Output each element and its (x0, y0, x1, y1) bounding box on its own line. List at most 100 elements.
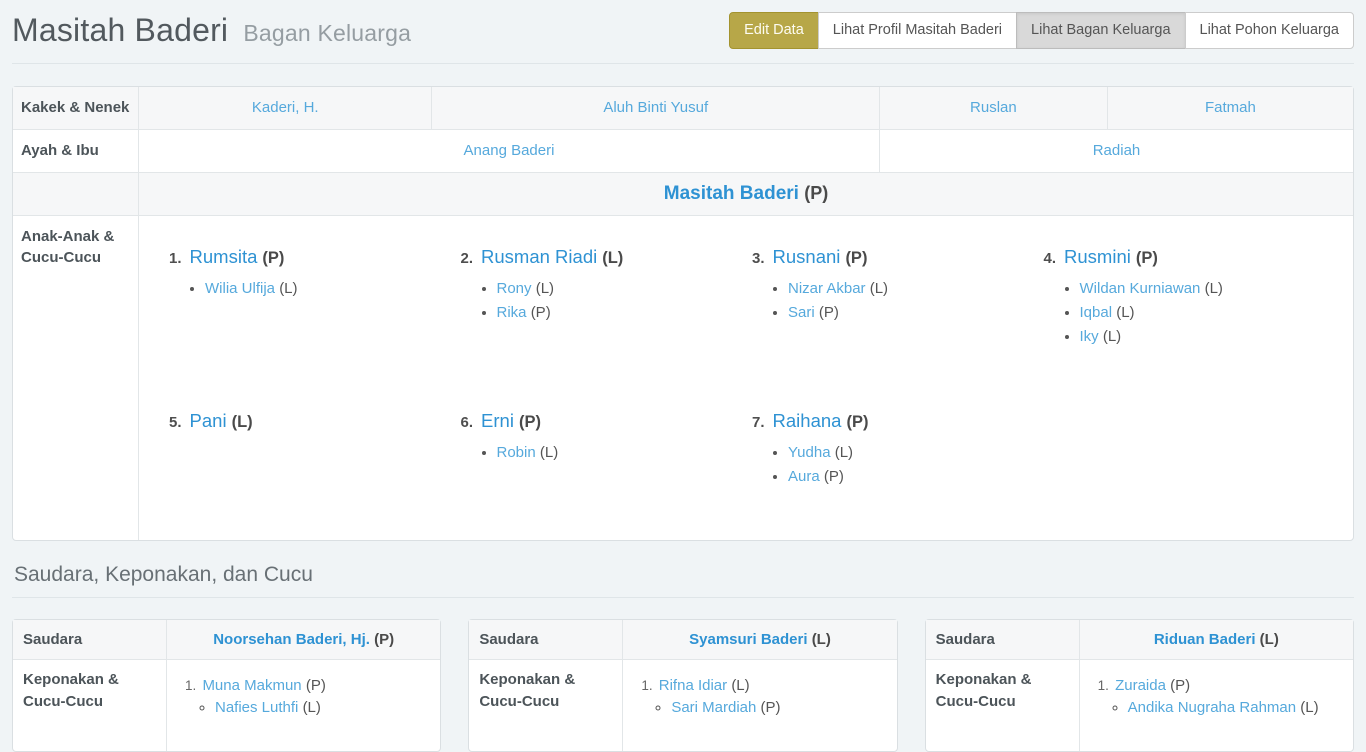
edit-data-button[interactable]: Edit Data (729, 12, 819, 49)
sibling-link[interactable]: Syamsuri Baderi (689, 631, 807, 648)
child-number: 3. (752, 250, 765, 267)
sibling-link[interactable]: Noorsehan Baderi, Hj. (213, 631, 370, 648)
nephews-cell: 1. Rifna Idiar (L) Sari Mardiah (P) (622, 659, 896, 751)
child-block-5: 5. Pani (L) (169, 410, 461, 492)
mother-cell: Radiah (879, 129, 1353, 172)
grandchild-link[interactable]: Yudha (788, 444, 831, 461)
grandchild-link[interactable]: Iky (1080, 328, 1099, 345)
list-item: Nafies Luthfi (L) (215, 699, 430, 716)
grandchild-gender: (L) (835, 444, 853, 461)
grandchildren-list: Rony (L) Rika (P) (461, 280, 753, 321)
sibling-header-row: Saudara Syamsuri Baderi (L) (469, 620, 896, 660)
child-link[interactable]: Erni (481, 410, 514, 431)
child-gender: (P) (1136, 249, 1158, 267)
grandfather-maternal-link[interactable]: Ruslan (970, 99, 1017, 116)
parents-row: Ayah & Ibu Anang Baderi Radiah (13, 129, 1353, 172)
grandchild-link[interactable]: Robin (497, 444, 536, 461)
list-item: 1. Muna Makmun (P) Nafies Luthfi (L) (185, 677, 430, 716)
view-tree-button[interactable]: Lihat Pohon Keluarga (1185, 12, 1354, 49)
grandchild-link[interactable]: Aura (788, 468, 820, 485)
sibling-card-1: Saudara Noorsehan Baderi, Hj. (P) Kepona… (12, 619, 441, 752)
mother-link[interactable]: Radiah (1093, 142, 1141, 159)
sibling-cards: Saudara Noorsehan Baderi, Hj. (P) Kepona… (12, 619, 1354, 752)
nephews-label: Keponakan & Cucu-Cucu (469, 659, 622, 751)
nephew-gender: (P) (1170, 677, 1190, 694)
sibling-link[interactable]: Riduan Baderi (1154, 631, 1256, 648)
nephews-list: 1. Rifna Idiar (L) Sari Mardiah (P) (633, 677, 886, 716)
sibling-name-cell: Riduan Baderi (L) (1079, 620, 1353, 660)
child-block-3: 3. Rusnani (P) Nizar Akbar (L) Sari ( (752, 246, 1044, 352)
grandchild-gender: (L) (279, 280, 297, 297)
nephew-child-link[interactable]: Nafies Luthfi (215, 699, 298, 716)
grandmother-paternal-link[interactable]: Aluh Binti Yusuf (603, 99, 708, 116)
grandchild-link[interactable]: Iqbal (1080, 304, 1113, 321)
grandchild-link[interactable]: Rony (497, 280, 532, 297)
self-row: Masitah Baderi (P) (13, 172, 1353, 215)
grandchild-gender: (L) (1205, 280, 1223, 297)
child-link[interactable]: Pani (190, 410, 227, 431)
nephews-cell: 1. Muna Makmun (P) Nafies Luthfi (L) (166, 659, 440, 751)
children-label: Anak-Anak & Cucu-Cucu (13, 215, 138, 540)
grandchildren-list: Nizar Akbar (L) Sari (P) (752, 280, 1044, 321)
grandchild-link[interactable]: Rika (497, 304, 527, 321)
grandmother-maternal-link[interactable]: Fatmah (1205, 99, 1256, 116)
child-link[interactable]: Rumsita (190, 246, 258, 267)
nephew-child-gender: (P) (761, 699, 781, 716)
child-number: 6. (461, 414, 474, 431)
nephew-link[interactable]: Muna Makmun (202, 677, 301, 694)
nephews-label: Keponakan & Cucu-Cucu (926, 659, 1079, 751)
grandchild-link[interactable]: Wildan Kurniawan (1080, 280, 1201, 297)
sibling-header-row: Saudara Riduan Baderi (L) (926, 620, 1353, 660)
grandchild-gender: (L) (1116, 304, 1134, 321)
grandchild-link[interactable]: Nizar Akbar (788, 280, 866, 297)
child-block-2: 2. Rusman Riadi (L) Rony (L) Rika (P) (461, 246, 753, 352)
grandchild-link[interactable]: Wilia Ulfija (205, 280, 275, 297)
child-block-6: 6. Erni (P) Robin (L) (461, 410, 753, 492)
view-chart-button[interactable]: Lihat Bagan Keluarga (1016, 12, 1185, 49)
nephew-link[interactable]: Rifna Idiar (659, 677, 727, 694)
self-link[interactable]: Masitah Baderi (664, 183, 799, 204)
list-item: Yudha (L) (788, 444, 1044, 461)
sibling-label: Saudara (926, 620, 1079, 660)
nephew-child-gender: (L) (1300, 699, 1318, 716)
page-subtitle: Bagan Keluarga (243, 20, 411, 46)
child-link[interactable]: Rusman Riadi (481, 246, 597, 267)
list-item: Aura (P) (788, 468, 1044, 485)
child-link[interactable]: Rusnani (773, 246, 841, 267)
child-heading: 5. Pani (L) (169, 410, 461, 432)
father-cell: Anang Baderi (138, 129, 879, 172)
child-link[interactable]: Raihana (773, 410, 842, 431)
list-item: Sari Mardiah (P) (671, 699, 886, 716)
sibling-gender: (P) (374, 631, 394, 648)
nephew-child-link[interactable]: Sari Mardiah (671, 699, 756, 716)
page-header: Masitah Baderi Bagan Keluarga Edit Data … (12, 0, 1354, 64)
grandfather-paternal-link[interactable]: Kaderi, H. (252, 99, 319, 116)
nephews-row: Keponakan & Cucu-Cucu 1. Muna Makmun (P)… (13, 659, 440, 751)
grandchild-link[interactable]: Sari (788, 304, 815, 321)
list-item: Andika Nugraha Rahman (L) (1128, 699, 1343, 716)
father-link[interactable]: Anang Baderi (464, 142, 555, 159)
list-item: Robin (L) (497, 444, 753, 461)
child-heading: 3. Rusnani (P) (752, 246, 1044, 268)
grandfather-maternal-cell: Ruslan (879, 87, 1107, 129)
siblings-section-heading: Saudara, Keponakan, dan Cucu (14, 563, 1354, 587)
nephews-cell: 1. Zuraida (P) Andika Nugraha Rahman (L) (1079, 659, 1353, 751)
list-item: Sari (P) (788, 304, 1044, 321)
nephew-link[interactable]: Zuraida (1115, 677, 1166, 694)
child-gender: (L) (232, 413, 253, 431)
child-link[interactable]: Rusmini (1064, 246, 1131, 267)
nephews-row: Keponakan & Cucu-Cucu 1. Zuraida (P) And… (926, 659, 1353, 751)
child-number: 2. (461, 250, 474, 267)
sibling-gender: (L) (812, 631, 831, 648)
list-item: Nizar Akbar (L) (788, 280, 1044, 297)
page-title: Masitah Baderi Bagan Keluarga (12, 12, 411, 49)
grandchild-gender: (P) (531, 304, 551, 321)
person-name-title: Masitah Baderi (12, 12, 228, 48)
nephew-child-link[interactable]: Andika Nugraha Rahman (1128, 699, 1296, 716)
grandchildren-list: Wildan Kurniawan (L) Iqbal (L) Iky (L) (1044, 280, 1336, 345)
self-cell: Masitah Baderi (P) (138, 172, 1353, 215)
view-profile-button[interactable]: Lihat Profil Masitah Baderi (818, 12, 1017, 49)
grandmother-maternal-cell: Fatmah (1107, 87, 1353, 129)
child-gender: (P) (845, 249, 867, 267)
list-item: Rony (L) (497, 280, 753, 297)
